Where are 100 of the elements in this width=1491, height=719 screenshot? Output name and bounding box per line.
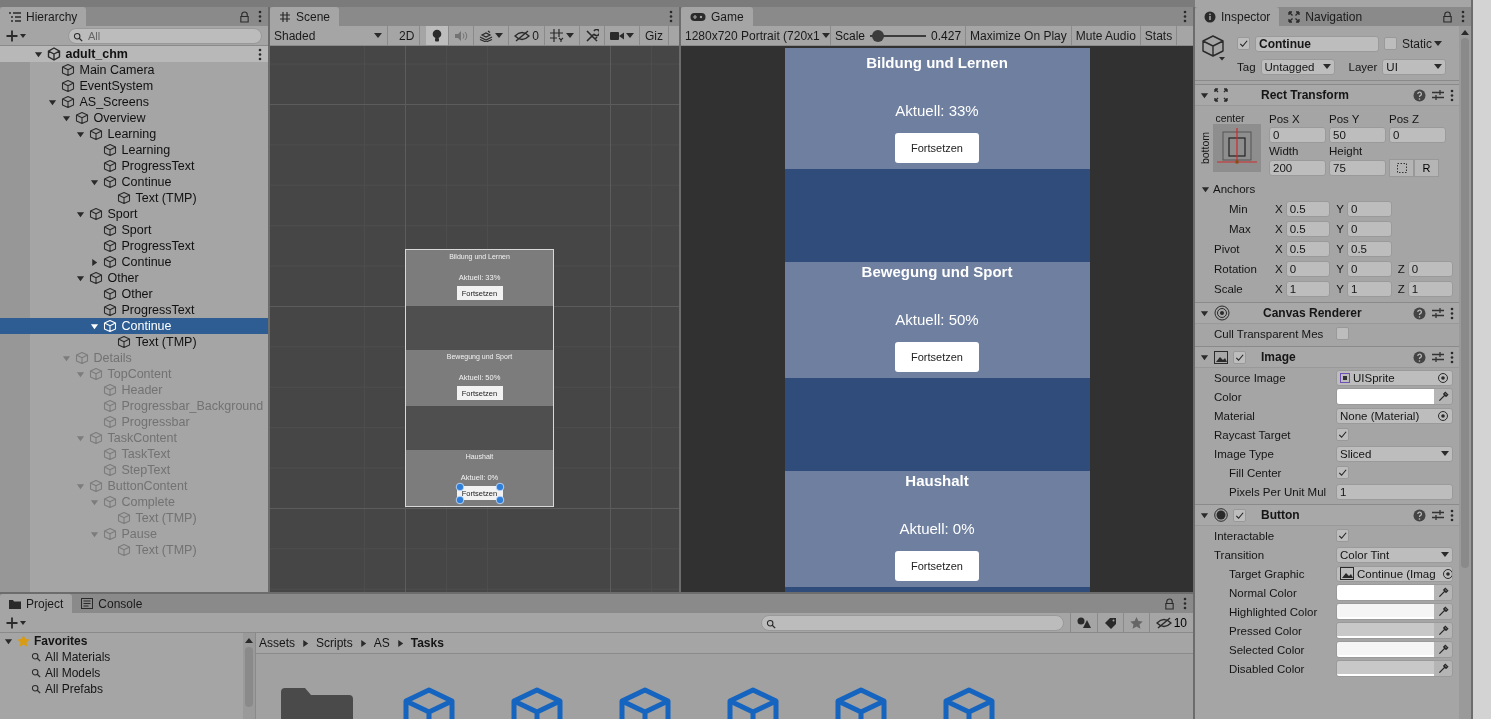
breadcrumb-link[interactable]: AS	[373, 636, 390, 650]
favorites-item[interactable]: All Prefabs	[0, 681, 243, 697]
selection-handles-drawing[interactable]	[454, 482, 505, 505]
checkbox[interactable]	[1336, 327, 1349, 340]
more-icon[interactable]	[669, 10, 673, 23]
checkbox[interactable]	[1336, 428, 1349, 441]
panel-tab[interactable]: Console	[72, 594, 152, 613]
hierarchy-item[interactable]: Continue	[0, 318, 268, 334]
foldout-arrow-icon[interactable]	[1200, 352, 1209, 362]
hierarchy-item[interactable]: Continue	[0, 174, 268, 190]
object-picker-icon[interactable]	[1441, 567, 1452, 580]
tag-dropdown[interactable]: Untagged	[1260, 59, 1335, 75]
component-header[interactable]: Rect Transform	[1195, 84, 1459, 106]
hierarchy-item[interactable]: Main Camera	[0, 62, 268, 78]
checkbox[interactable]	[1336, 529, 1349, 542]
hierarchy-item[interactable]: Continue	[0, 254, 268, 270]
more-icon[interactable]	[1450, 508, 1454, 522]
number-field[interactable]: 0.5	[1347, 241, 1392, 257]
foldout-arrow-icon[interactable]	[34, 49, 43, 59]
scroll-up-icon[interactable]	[1461, 29, 1469, 35]
dropdown-field[interactable]: Sliced	[1336, 445, 1453, 462]
hierarchy-item[interactable]: ProgressText	[0, 238, 268, 254]
favorites-item[interactable]: All Models	[0, 665, 243, 681]
number-field[interactable]: 0	[1269, 127, 1326, 143]
eyedropper-icon[interactable]	[1437, 625, 1449, 636]
search-field[interactable]: All	[68, 27, 262, 44]
hierarchy-item[interactable]: Sport	[0, 206, 268, 222]
anchor-preset-button[interactable]	[1213, 124, 1261, 172]
blueprint-button[interactable]	[1389, 159, 1414, 177]
number-field[interactable]: 200	[1269, 160, 1326, 176]
foldout-arrow-icon[interactable]	[1200, 90, 1209, 100]
help-icon[interactable]	[1413, 306, 1426, 320]
panel-tab[interactable]: Inspector	[1195, 7, 1280, 26]
component-header[interactable]: Canvas Renderer	[1195, 302, 1459, 324]
number-field[interactable]: 0.5	[1285, 221, 1331, 237]
enabled-checkbox[interactable]	[1233, 350, 1246, 364]
panel-tab[interactable]: Hierarchy	[0, 7, 87, 26]
lock-icon[interactable]	[1442, 10, 1453, 23]
number-field[interactable]: 0.5	[1285, 241, 1331, 257]
hierarchy-item[interactable]: AS_Screens	[0, 94, 268, 110]
scroll-up-icon[interactable]	[245, 637, 253, 643]
foldout-arrow-icon[interactable]	[90, 177, 99, 187]
color-swatch[interactable]	[1337, 585, 1434, 598]
active-checkbox[interactable]	[1237, 37, 1250, 50]
enabled-checkbox[interactable]	[1233, 508, 1246, 522]
hierarchy-item[interactable]: Text (TMP)	[0, 334, 268, 350]
hierarchy-item[interactable]: Other	[0, 270, 268, 286]
search-field[interactable]	[760, 614, 1064, 631]
foldout-arrow-icon[interactable]	[48, 97, 57, 107]
static-checkbox[interactable]	[1384, 37, 1397, 50]
hierarchy-item[interactable]: Text (TMP)	[0, 190, 268, 206]
number-field[interactable]: 1	[1407, 281, 1453, 297]
name-field[interactable]: Continue	[1255, 35, 1379, 52]
scrollbar[interactable]	[1459, 26, 1471, 719]
number-field[interactable]: 1	[1285, 281, 1331, 297]
presets-icon[interactable]	[1431, 351, 1445, 363]
object-picker-icon[interactable]	[1437, 409, 1449, 422]
checkbox[interactable]	[1336, 466, 1349, 479]
eyedropper-icon[interactable]	[1437, 644, 1449, 655]
hierarchy-item[interactable]: Other	[0, 286, 268, 302]
hierarchy-item[interactable]: ProgressText	[0, 302, 268, 318]
panel-tab[interactable]: Navigation	[1279, 7, 1372, 26]
more-icon[interactable]	[1461, 10, 1465, 23]
foldout-arrow-icon[interactable]	[1200, 510, 1209, 520]
color-swatch[interactable]	[1337, 661, 1434, 674]
favorites-item[interactable]: All Materials	[0, 649, 243, 665]
hierarchy-item[interactable]: ProgressText	[0, 158, 268, 174]
object-field[interactable]: None (Material)	[1336, 407, 1453, 424]
more-icon[interactable]	[258, 10, 262, 23]
number-field[interactable]: 75	[1329, 160, 1386, 176]
foldout-arrow-icon[interactable]	[1201, 184, 1210, 194]
object-picker-icon[interactable]	[1437, 371, 1449, 384]
panel-tab[interactable]: Game	[681, 7, 753, 26]
favorites-item[interactable]: Favorites	[0, 633, 243, 649]
color-swatch[interactable]	[1337, 623, 1434, 636]
hierarchy-item[interactable]: Sport	[0, 222, 268, 238]
lighting-toggle[interactable]	[426, 26, 450, 45]
foldout-arrow-icon[interactable]	[76, 209, 85, 219]
breadcrumb-link[interactable]: Assets	[259, 636, 295, 650]
number-field[interactable]: 0	[1389, 127, 1446, 143]
number-field[interactable]: 0	[1347, 201, 1392, 217]
breadcrumb-link[interactable]: Scripts	[316, 636, 353, 650]
presets-icon[interactable]	[1431, 89, 1445, 101]
component-header[interactable]: Image	[1195, 346, 1459, 368]
more-icon[interactable]	[1183, 597, 1187, 610]
number-field[interactable]: 0	[1407, 261, 1453, 277]
hierarchy-item[interactable]: Learning	[0, 126, 268, 142]
more-icon[interactable]	[1450, 88, 1454, 102]
panel-tab[interactable]: Project	[0, 594, 73, 613]
number-field[interactable]: 1	[1336, 483, 1453, 500]
more-icon[interactable]	[258, 47, 262, 61]
raw-edit-button[interactable]: R	[1414, 159, 1439, 177]
scale-slider[interactable]	[870, 29, 927, 42]
more-icon[interactable]	[1183, 10, 1187, 23]
color-swatch[interactable]	[1337, 642, 1434, 655]
foldout-arrow-icon[interactable]	[90, 321, 99, 331]
number-field[interactable]: 50	[1329, 127, 1386, 143]
hierarchy-item[interactable]: Overview	[0, 110, 268, 126]
color-swatch[interactable]	[1337, 604, 1434, 617]
gameobject-icon[interactable]	[1201, 34, 1227, 62]
